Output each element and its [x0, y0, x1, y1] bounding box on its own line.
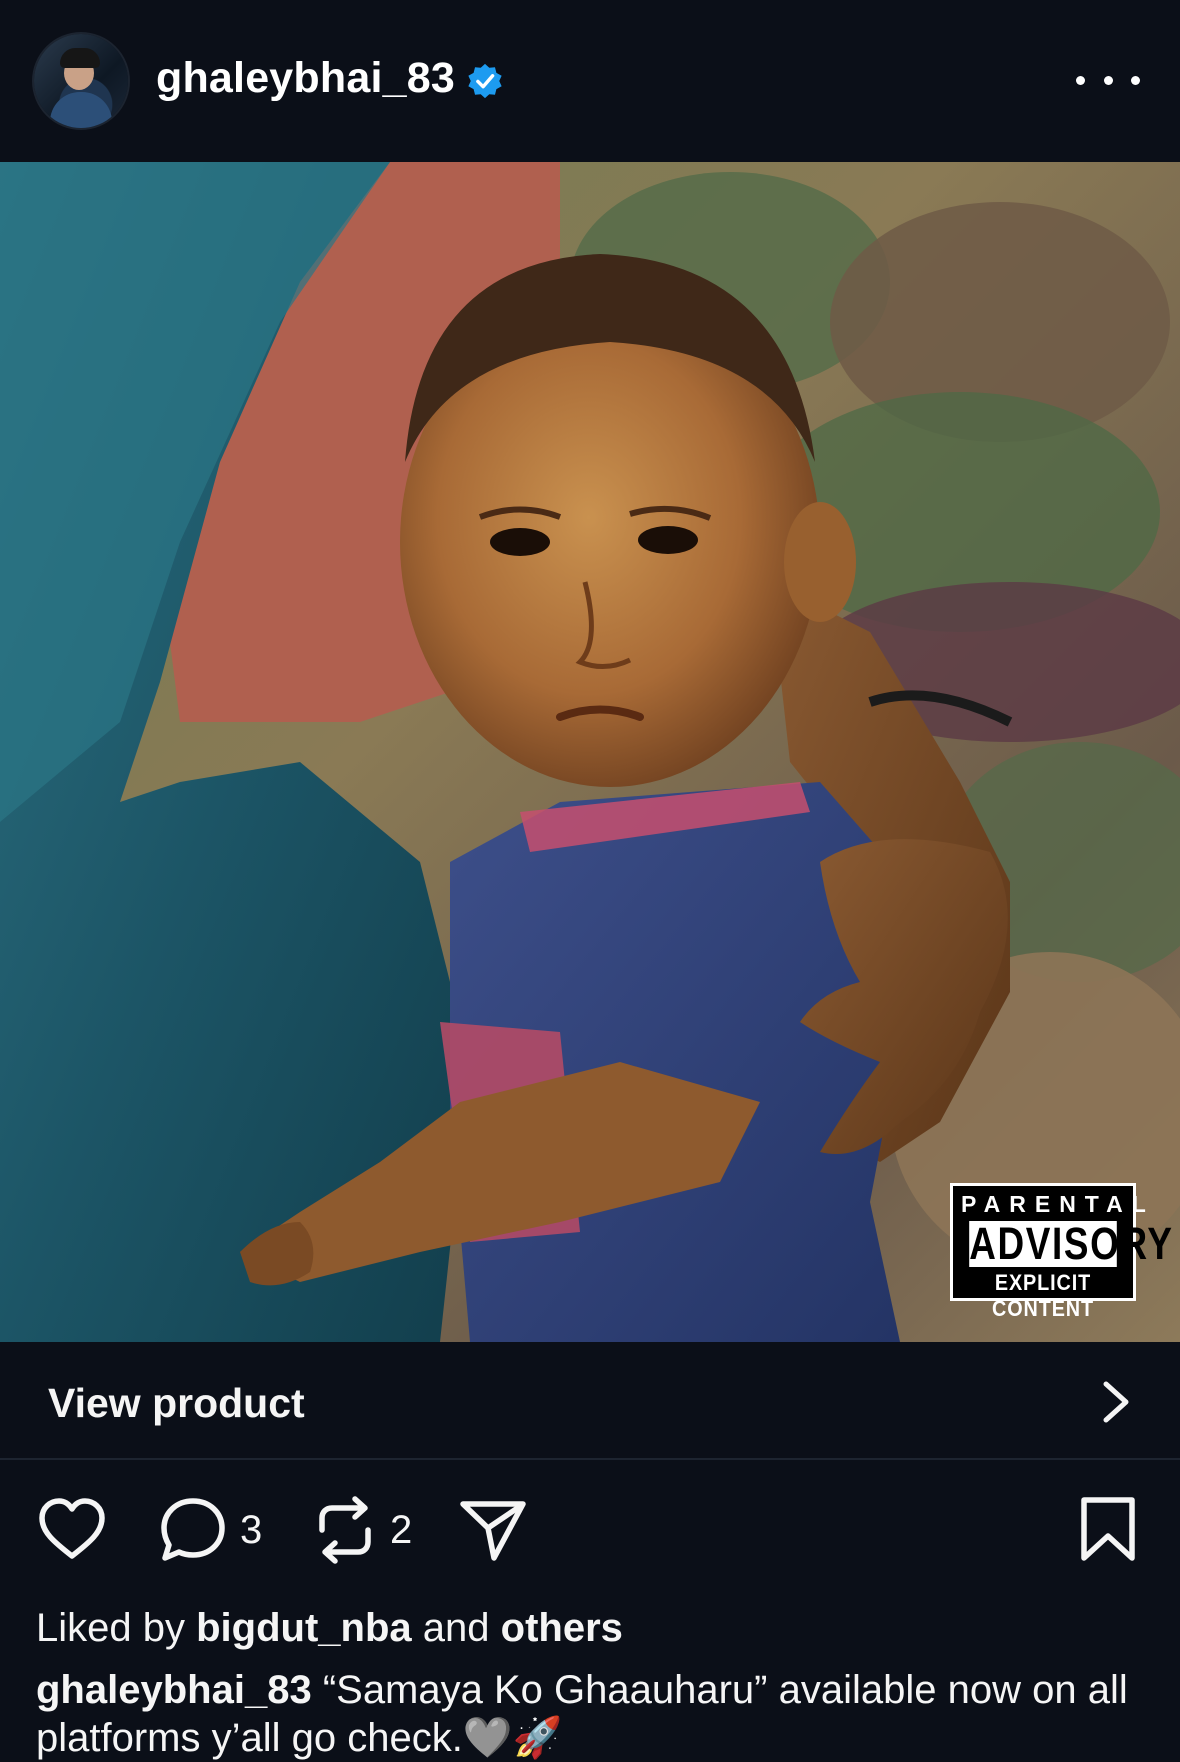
parental-advisory-label: PARENTAL ADVISORY EXPLICIT CONTENT: [950, 1183, 1174, 1321]
album-cover-photo: [0, 162, 1180, 1342]
caption-username[interactable]: ghaleybhai_83: [36, 1668, 312, 1712]
post-header: ghaleybhai_83: [0, 0, 1180, 162]
bookmark-icon: [1081, 1497, 1135, 1561]
advisory-line3: EXPLICIT CONTENT: [991, 1270, 1094, 1321]
post-image[interactable]: PARENTAL ADVISORY EXPLICIT CONTENT: [0, 162, 1180, 1342]
repost-button[interactable]: 2: [312, 1490, 412, 1570]
comment-count: 3: [240, 1507, 263, 1552]
advisory-line2: ADVISORY: [969, 1218, 1174, 1269]
likes-others[interactable]: others: [501, 1606, 623, 1650]
comment-button[interactable]: 3: [158, 1490, 262, 1570]
action-bar: 3 2: [0, 1490, 1180, 1590]
post-caption: ghaleybhai_83 “Samaya Ko Ghaauharu” avai…: [36, 1666, 1146, 1762]
verified-badge-icon: [468, 63, 502, 99]
heart-icon: [39, 1498, 105, 1559]
post-username[interactable]: ghaleybhai_83: [156, 54, 455, 103]
view-product-label: View product: [48, 1380, 305, 1426]
like-button[interactable]: [36, 1490, 108, 1570]
liked-by-user[interactable]: bigdut_nba: [196, 1606, 412, 1650]
send-icon: [460, 1501, 526, 1561]
advisory-line1: PARENTAL: [961, 1191, 1155, 1217]
more-options-icon[interactable]: [1076, 60, 1140, 100]
likes-summary[interactable]: Liked by bigdut_nba and others: [36, 1606, 623, 1651]
view-product-link[interactable]: View product: [0, 1342, 1180, 1460]
likes-connector: and: [422, 1606, 490, 1650]
chevron-right-icon: [1103, 1381, 1129, 1423]
likes-prefix: Liked by: [36, 1606, 185, 1650]
avatar[interactable]: [34, 34, 128, 128]
comment-icon: [161, 1498, 225, 1561]
share-button[interactable]: [458, 1490, 528, 1570]
save-button[interactable]: [1076, 1490, 1140, 1570]
repost-count: 2: [390, 1507, 413, 1552]
repost-icon: [319, 1496, 371, 1564]
